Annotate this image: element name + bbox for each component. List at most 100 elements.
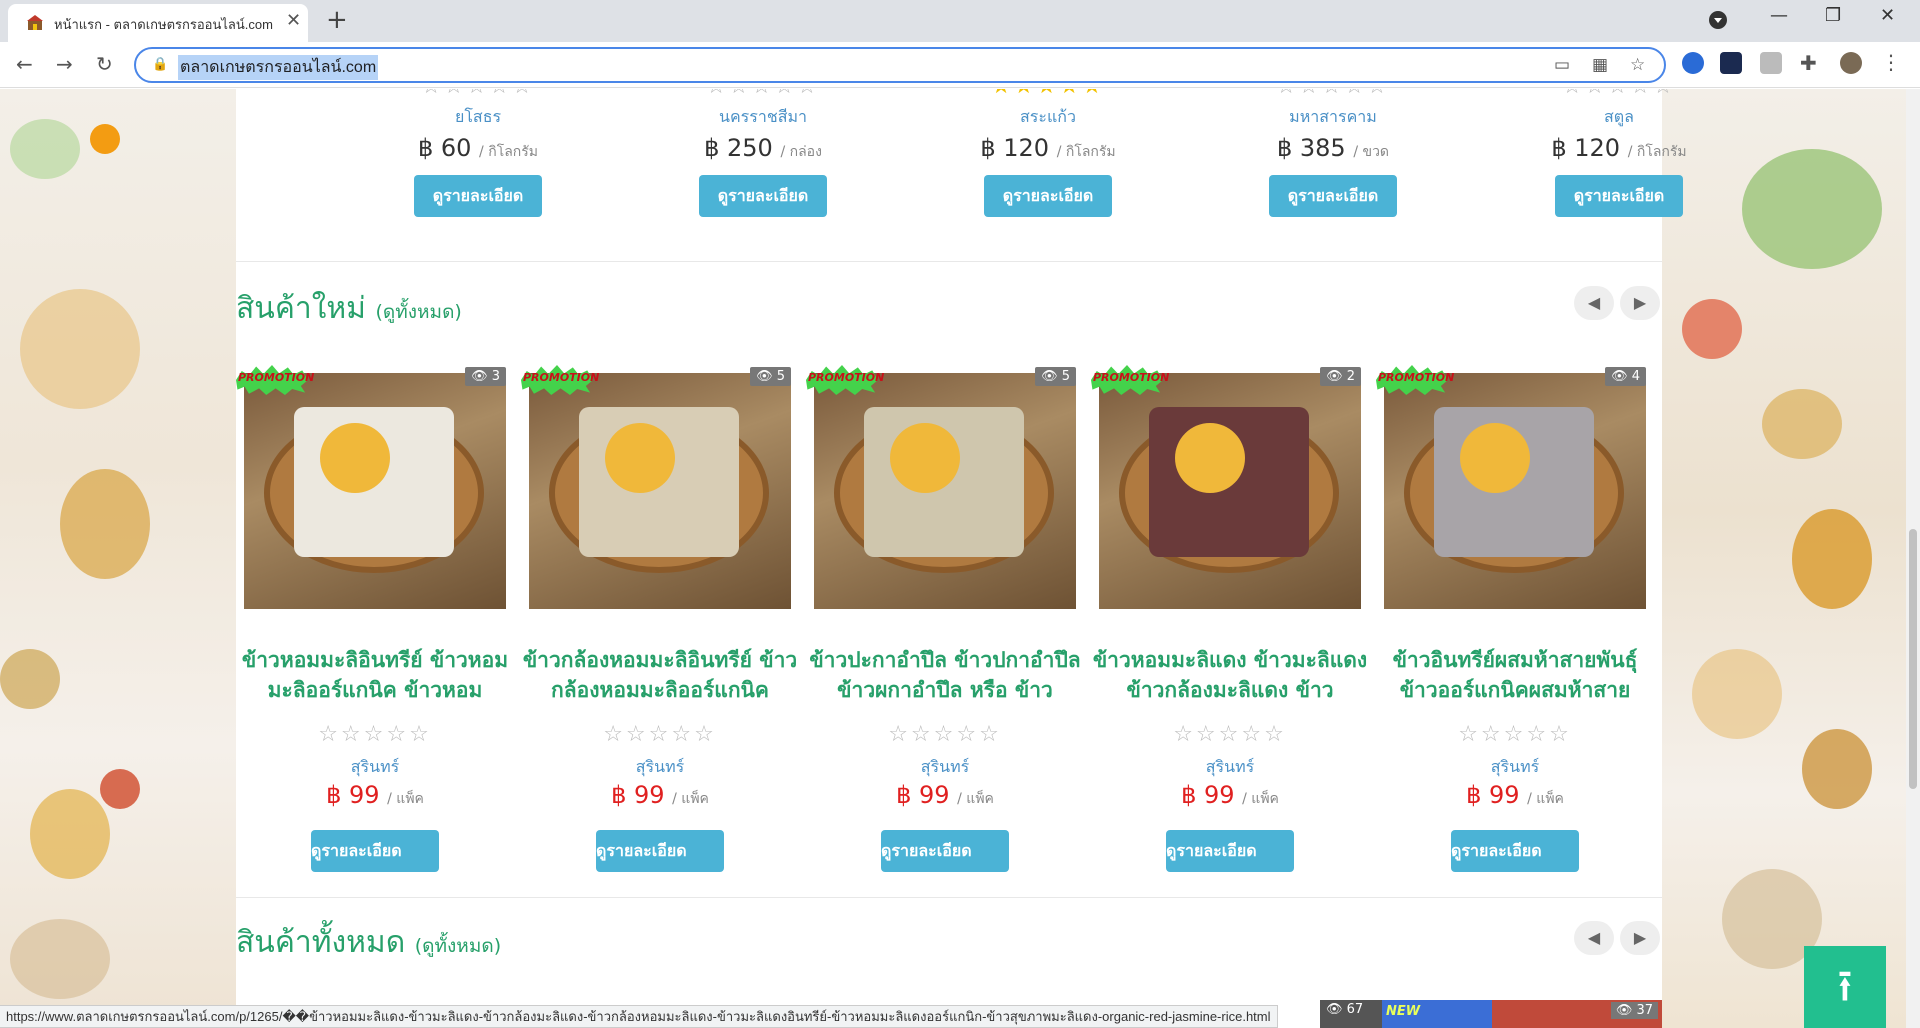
- tab-search-icon[interactable]: [1708, 10, 1728, 35]
- product-name[interactable]: ข้าวหอมมะลิอินทรีย์ ข้าวหอมมะลิออร์แกนิค…: [236, 645, 514, 705]
- view-details-button[interactable]: ดูรายละเอียด: [414, 175, 542, 217]
- decorative-right-border: [1662, 89, 1920, 1028]
- view-details-button[interactable]: ดูรายละเอียด: [311, 830, 439, 872]
- cast-icon[interactable]: ▭: [1554, 55, 1570, 75]
- section-title-all: สินค้าทั้งหมด (ดูทั้งหมด): [236, 919, 501, 966]
- view-all-link[interactable]: (ดูทั้งหมด): [415, 935, 501, 957]
- plus-icon[interactable]: +: [326, 6, 348, 34]
- view-details-button[interactable]: ดูรายละเอียด: [1269, 175, 1397, 217]
- product-name[interactable]: ข้าวปะกาอำปึล ข้าวปกาอำปึล ข้าวผกาอำปึล …: [806, 645, 1084, 705]
- extension-wave-icon[interactable]: [1720, 52, 1742, 74]
- window-close-icon[interactable]: ✕: [1880, 6, 1895, 26]
- browser-toolbar: ← → ↻ 🔒 ตลาดเกษตรกรออนไลน์.com ▭ ▦ ☆: [0, 42, 1920, 88]
- product-name[interactable]: ข้าวหอมมะลิแดง ข้าวมะลิแดง ข้าวกล้องมะลิ…: [1091, 645, 1369, 705]
- price-unit: / แพ็ค: [1527, 791, 1564, 807]
- view-details-button[interactable]: ดูรายละเอียด: [1451, 830, 1579, 872]
- section-title-text: สินค้าใหม่: [236, 291, 366, 326]
- province[interactable]: สุรินทร์: [236, 755, 514, 780]
- promotion-badge: PROMOTION: [806, 361, 884, 397]
- price-value: ฿ 120: [1551, 134, 1621, 162]
- main-content: ☆☆☆☆☆ ยโสธร ฿ 60 / กิโลกรัม ดูรายละเอียด…: [236, 89, 1687, 1028]
- restore-icon[interactable]: ❐: [1825, 6, 1841, 26]
- product-image[interactable]: [1384, 373, 1646, 609]
- promotion-text: PROMOTION: [808, 371, 885, 384]
- view-details-button[interactable]: ดูรายละเอียด: [1555, 175, 1683, 217]
- rating-stars: ☆☆☆☆☆: [318, 722, 432, 747]
- price-unit: / กล่อง: [780, 144, 822, 160]
- rating-stars: ☆☆☆☆☆: [1173, 722, 1287, 747]
- divider: [236, 261, 1662, 262]
- price: ฿ 250 / กล่อง: [628, 134, 898, 163]
- view-details-button[interactable]: ดูรายละเอียด: [596, 830, 724, 872]
- chevron-left-icon: ◀: [1587, 293, 1601, 312]
- browser-tab[interactable]: หน้าแรก - ตลาดเกษตรกรออนไลน์.com ✕: [8, 4, 308, 42]
- province[interactable]: มหาสารคาม: [1198, 105, 1468, 130]
- price-value: ฿ 60: [417, 134, 472, 162]
- close-icon[interactable]: ✕: [286, 12, 301, 30]
- carousel-next-button[interactable]: ▶: [1620, 921, 1660, 955]
- province[interactable]: สุรินทร์: [1091, 755, 1369, 780]
- view-count: 👁 67: [1320, 1000, 1382, 1028]
- price-value: ฿ 99: [326, 781, 380, 809]
- extensions-icon[interactable]: ✚: [1800, 51, 1822, 75]
- product-image[interactable]: [1099, 373, 1361, 609]
- price: ฿ 99 / แพ็ค: [521, 781, 799, 810]
- rating-stars: ☆☆☆☆☆: [1458, 722, 1572, 747]
- price-unit: / กิโลกรัม: [1056, 144, 1116, 160]
- price-unit: / แพ็ค: [387, 791, 424, 807]
- chevron-right-icon: ▶: [1633, 928, 1647, 947]
- product-name[interactable]: ข้าวอินทรีย์ผสมห้าสายพันธุ์ ข้าวออร์แกนิ…: [1376, 645, 1654, 705]
- back-icon[interactable]: ←: [16, 52, 33, 76]
- view-count: 👁 2: [1320, 367, 1361, 386]
- product-name[interactable]: ข้าวกล้องหอมมะลิอินทรีย์ ข้าวกล้องหอมมะล…: [521, 645, 799, 705]
- rating-stars: ★★★★★: [913, 89, 1183, 99]
- price: ฿ 99 / แพ็ค: [806, 781, 1084, 810]
- promotion-badge: PROMOTION: [1091, 361, 1169, 397]
- scrollbar[interactable]: [1906, 89, 1920, 1028]
- province[interactable]: สระแก้ว: [913, 105, 1183, 130]
- reload-icon[interactable]: ↻: [96, 52, 113, 76]
- minimize-icon[interactable]: —: [1770, 6, 1788, 26]
- view-count: 👁 5: [1035, 367, 1076, 386]
- view-details-button[interactable]: ดูรายละเอียด: [881, 830, 1009, 872]
- chevron-left-icon: ◀: [1587, 928, 1601, 947]
- province[interactable]: สุรินทร์: [1376, 755, 1654, 780]
- product-tile: ☆☆☆☆☆ นครราชสีมา ฿ 250 / กล่อง ดูรายละเอ…: [628, 89, 898, 217]
- menu-icon[interactable]: ⋮: [1880, 50, 1902, 74]
- carousel-prev-button[interactable]: ◀: [1574, 286, 1614, 320]
- province[interactable]: สตูล: [1484, 105, 1754, 130]
- product-image[interactable]: [529, 373, 791, 609]
- url-text[interactable]: ตลาดเกษตรกรออนไลน์.com: [178, 55, 379, 80]
- forward-icon[interactable]: →: [56, 52, 73, 76]
- price: ฿ 120 / กิโลกรัม: [913, 134, 1183, 163]
- carousel-next-button[interactable]: ▶: [1620, 286, 1660, 320]
- promotion-text: PROMOTION: [523, 371, 600, 384]
- price-unit: / แพ็ค: [1242, 791, 1279, 807]
- province[interactable]: สุรินทร์: [806, 755, 1084, 780]
- scrollbar-thumb[interactable]: [1909, 529, 1917, 789]
- view-details-button[interactable]: ดูรายละเอียด: [984, 175, 1112, 217]
- extension-code-icon[interactable]: [1760, 52, 1782, 74]
- favicon-icon: [26, 14, 44, 32]
- price-value: ฿ 99: [1466, 781, 1520, 809]
- product-image[interactable]: [244, 373, 506, 609]
- view-all-link[interactable]: (ดูทั้งหมด): [375, 301, 461, 323]
- product-image[interactable]: [814, 373, 1076, 609]
- product-image[interactable]: 👁 37: [1492, 1000, 1662, 1028]
- price-value: ฿ 99: [1181, 781, 1235, 809]
- avatar[interactable]: [1840, 52, 1862, 74]
- star-icon[interactable]: ☆: [1630, 55, 1645, 75]
- province[interactable]: สุรินทร์: [521, 755, 799, 780]
- province[interactable]: นครราชสีมา: [628, 105, 898, 130]
- address-bar[interactable]: 🔒 ตลาดเกษตรกรออนไลน์.com ▭ ▦ ☆: [134, 47, 1666, 83]
- extension-globe-icon[interactable]: [1682, 52, 1704, 74]
- back-to-top-button[interactable]: ⭱: [1804, 946, 1886, 1028]
- view-count: 👁 4: [1605, 367, 1646, 386]
- view-details-button[interactable]: ดูรายละเอียด: [699, 175, 827, 217]
- qr-icon[interactable]: ▦: [1592, 55, 1608, 75]
- carousel-prev-button[interactable]: ◀: [1574, 921, 1614, 955]
- province[interactable]: ยโสธร: [343, 105, 613, 130]
- view-details-button[interactable]: ดูรายละเอียด: [1166, 830, 1294, 872]
- rating-stars: ☆☆☆☆☆: [628, 89, 898, 99]
- rating-stars: ☆☆☆☆☆: [1484, 89, 1754, 99]
